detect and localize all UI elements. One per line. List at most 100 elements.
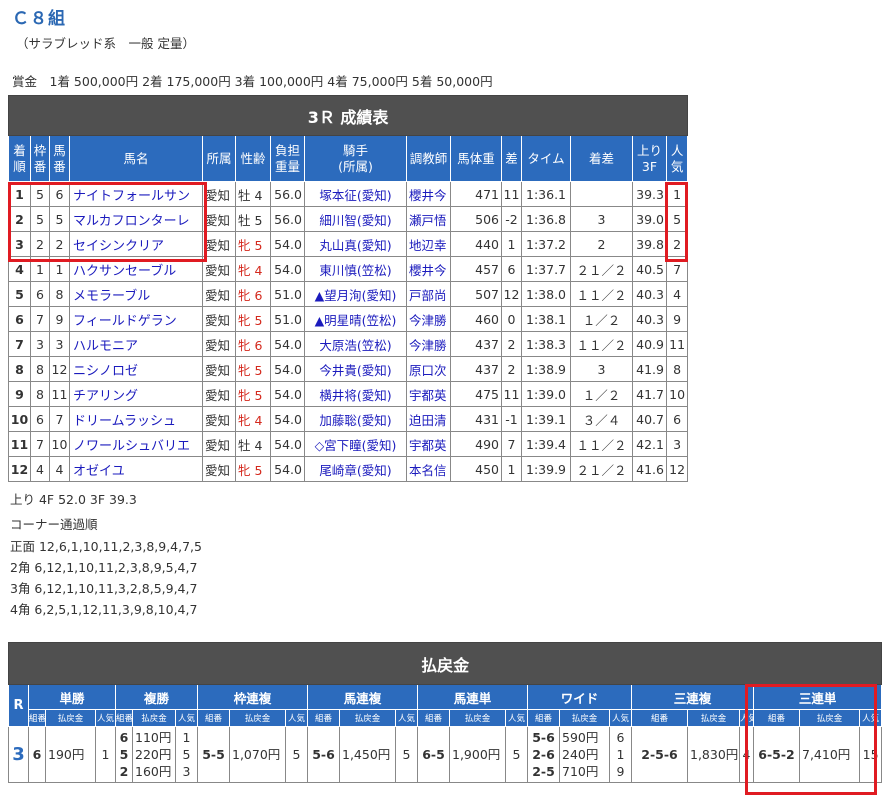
trainer-link[interactable]: 地辺幸 (406, 231, 451, 257)
diff-cell: 2 (501, 356, 522, 382)
trainer-link[interactable]: 櫻井今 (406, 181, 451, 207)
jockey-link[interactable]: 尾崎章(愛知) (304, 456, 407, 482)
jockey-link[interactable]: 丸山真(愛知) (304, 231, 407, 257)
horse-name-link[interactable]: ハルモニア (69, 331, 203, 357)
jockey-link[interactable]: 加藤聡(愛知) (304, 406, 407, 432)
jockey-link[interactable]: ▲望月洵(愛知) (304, 281, 407, 307)
amount-subheader: 払戻金 (559, 709, 610, 727)
affiliation-cell: 愛知 (202, 331, 236, 357)
horse-name-link[interactable]: ノワールシュバリエ (69, 431, 203, 457)
margin-cell: １／２ (570, 381, 633, 407)
last-furlong-times: 上り 4F 52.0 3F 39.3 (10, 492, 137, 507)
waku-cell: 5 (30, 206, 50, 232)
jockey-link[interactable]: ▲明星晴(笠松) (304, 306, 407, 332)
jockey-link[interactable]: 今井貴(愛知) (304, 356, 407, 382)
rank-cell: 8 (8, 356, 31, 382)
trainer-link[interactable]: 宇都英 (406, 381, 451, 407)
trainer-link[interactable]: 戸部尚 (406, 281, 451, 307)
body-weight-cell: 490 (450, 431, 502, 457)
horse-name-link[interactable]: フィールドゲラン (69, 306, 203, 332)
sex-age-cell: 牝 4 (235, 406, 271, 432)
rank-cell: 3 (8, 231, 31, 257)
trainer-link[interactable]: 櫻井今 (406, 256, 451, 282)
waku-cell: 2 (30, 231, 50, 257)
horse-name-link[interactable]: オゼイユ (69, 456, 203, 482)
trainer-link[interactable]: 瀬戸悟 (406, 206, 451, 232)
jockey-link[interactable]: ◇宮下瞳(愛知) (304, 431, 407, 457)
rank-cell: 6 (8, 306, 31, 332)
jockey-link[interactable]: 細川智(愛知) (304, 206, 407, 232)
trainer-link[interactable]: 今津勝 (406, 306, 451, 332)
affiliation-cell: 愛知 (202, 206, 236, 232)
horse-name-link[interactable]: ハクサンセーブル (69, 256, 203, 282)
horse-name-link[interactable]: ナイトフォールサン (69, 181, 203, 207)
combo-subheader: 組番 (631, 709, 688, 727)
time-cell: 1:39.1 (521, 406, 571, 432)
trainer-link[interactable]: 本名信 (406, 456, 451, 482)
affiliation-cell: 愛知 (202, 431, 236, 457)
umarentan-pop: 5 (505, 726, 528, 783)
weight-cell: 54.0 (270, 231, 305, 257)
waku-cell: 8 (30, 381, 50, 407)
rank-cell: 2 (8, 206, 31, 232)
result-row: 11 7 10 ノワールシュバリエ 愛知牡 4 54.0 ◇宮下瞳(愛知) 宇都英 490 7 1:… (8, 431, 689, 457)
margin-cell: 3 (570, 206, 633, 232)
result-row: 10 6 7 ドリームラッシュ 愛知牝 4 54.0 加藤聡(愛知) 迫田清 431 -1 1:39… (8, 406, 689, 432)
umaban-cell: 8 (49, 281, 70, 307)
body-weight-cell: 457 (450, 256, 502, 282)
sex-age-cell: 牝 5 (235, 456, 271, 482)
last3f-cell: 41.6 (632, 456, 667, 482)
trainer-link[interactable]: 迫田清 (406, 406, 451, 432)
last3f-cell: 40.7 (632, 406, 667, 432)
tansho-pop: 1 (95, 726, 116, 783)
jockey-link[interactable]: 東川慎(笠松) (304, 256, 407, 282)
result-row: 12 4 4 オゼイユ 愛知牝 5 54.0 尾崎章(愛知) 本名信 450 1 1:39.9 ２１／… (8, 456, 689, 482)
col-jockey: 騎手 (所属) (304, 135, 407, 182)
col-popularity: 人気 (665, 135, 689, 182)
sanrenpuku-amount: 1,830円 (687, 726, 740, 783)
jockey-link[interactable]: 塚本征(愛知) (304, 181, 407, 207)
combo-subheader: 組番 (307, 709, 340, 727)
col-waku: 枠番 (30, 135, 50, 182)
margin-cell: 3 (570, 356, 633, 382)
popularity-cell: 10 (665, 381, 689, 407)
last3f-cell: 42.1 (632, 431, 667, 457)
waku-cell: 4 (30, 456, 50, 482)
affiliation-cell: 愛知 (202, 356, 236, 382)
margin-cell: １１／２ (570, 331, 633, 357)
time-cell: 1:36.1 (521, 181, 571, 207)
body-weight-cell: 437 (450, 331, 502, 357)
horse-name-link[interactable]: メモラーブル (69, 281, 203, 307)
umarenpuku-combo: 5-6 (307, 726, 340, 783)
jockey-link[interactable]: 横井将(愛知) (304, 381, 407, 407)
amount-subheader: 払戻金 (229, 709, 286, 727)
trainer-link[interactable]: 今津勝 (406, 331, 451, 357)
time-cell: 1:39.9 (521, 456, 571, 482)
time-cell: 1:36.8 (521, 206, 571, 232)
time-cell: 1:39.4 (521, 431, 571, 457)
diff-cell: -1 (501, 406, 522, 432)
weight-cell: 54.0 (270, 256, 305, 282)
rank-cell: 9 (8, 381, 31, 407)
time-cell: 1:37.2 (521, 231, 571, 257)
result-row: 7 3 3 ハルモニア 愛知牝 6 54.0 大原浩(笠松) 今津勝 437 2 1:38.3 １１／… (8, 331, 689, 357)
fukusho-amounts: 110円 220円 160円 (132, 726, 176, 783)
sanrenpuku-combo: 2-5-6 (631, 726, 688, 783)
body-weight-cell: 450 (450, 456, 502, 482)
col-last3f: 上り 3F (632, 135, 667, 182)
horse-name-link[interactable]: セイシンクリア (69, 231, 203, 257)
col-affiliation: 所属 (202, 135, 236, 182)
last3f-cell: 40.9 (632, 331, 667, 357)
horse-name-link[interactable]: マルカフロンターレ (69, 206, 203, 232)
horse-name-link[interactable]: チアリング (69, 381, 203, 407)
waku-cell: 6 (30, 281, 50, 307)
time-cell: 1:38.3 (521, 331, 571, 357)
time-cell: 1:38.1 (521, 306, 571, 332)
jockey-link[interactable]: 大原浩(笠松) (304, 331, 407, 357)
trainer-link[interactable]: 宇都英 (406, 431, 451, 457)
pop-subheader: 人気 (739, 709, 754, 727)
horse-name-link[interactable]: ドリームラッシュ (69, 406, 203, 432)
trainer-link[interactable]: 原口次 (406, 356, 451, 382)
horse-name-link[interactable]: ニシノロゼ (69, 356, 203, 382)
last3f-cell: 41.7 (632, 381, 667, 407)
